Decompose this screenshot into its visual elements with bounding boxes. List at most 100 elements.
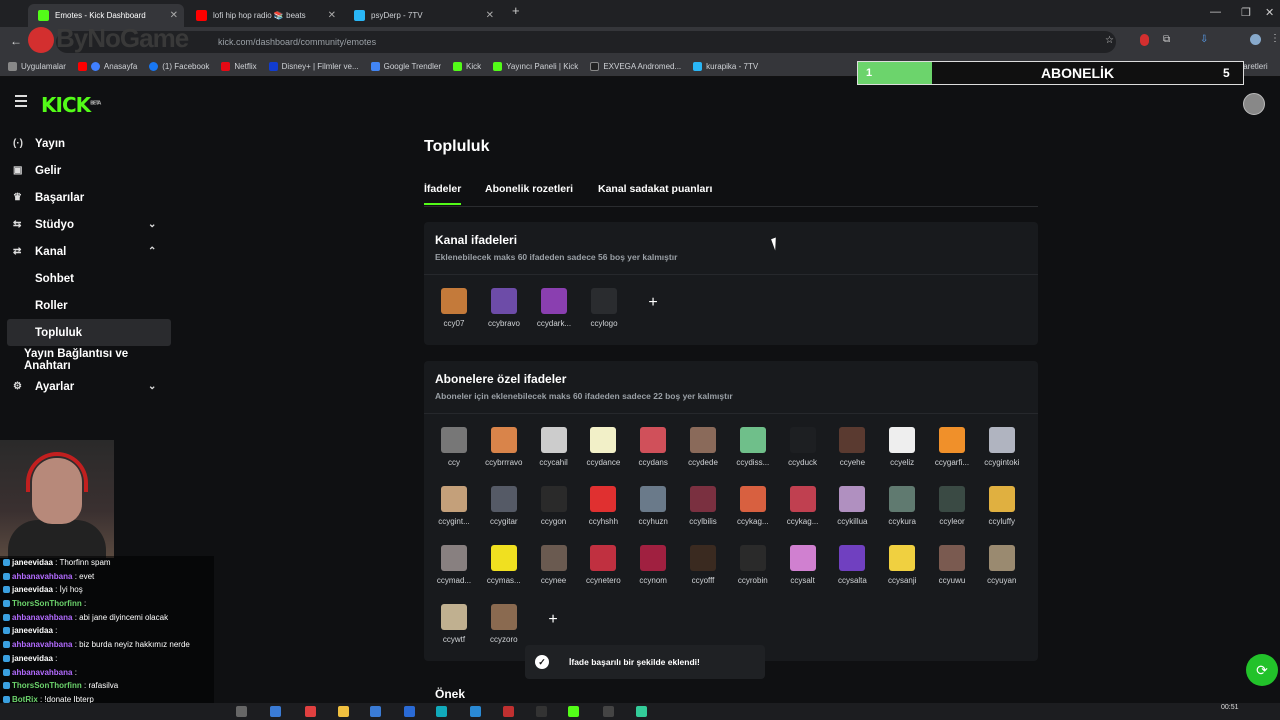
emote-item[interactable]: ccykag...: [778, 486, 828, 526]
emote-item[interactable]: ccyzoro: [479, 604, 529, 644]
emote-item[interactable]: ccylbilis: [678, 486, 728, 526]
bookmark-7tv[interactable]: kurapika - 7TV: [693, 62, 758, 71]
emote-item[interactable]: ccyeliz: [877, 427, 927, 467]
minimize-icon[interactable]: —: [1210, 6, 1221, 18]
menu-icon[interactable]: ⋮: [1270, 33, 1280, 44]
maximize-icon[interactable]: ❐: [1241, 6, 1251, 19]
add-emote-button[interactable]: +: [538, 605, 568, 635]
emote-item[interactable]: ccydans: [628, 427, 678, 467]
emote-item[interactable]: ccygint...: [429, 486, 479, 526]
emote-item[interactable]: ccybravo: [479, 288, 529, 328]
emote-item[interactable]: ccynetero: [578, 545, 628, 585]
emote-item[interactable]: ccydark...: [529, 288, 579, 328]
chevron-up-icon[interactable]: ⌃: [148, 246, 156, 257]
bookmark-apps[interactable]: Uygulamalar: [8, 62, 66, 71]
profile-icon[interactable]: [1250, 34, 1261, 45]
kick-logo[interactable]: KICKBETA: [41, 93, 101, 117]
bookmark-netflix[interactable]: Netflix: [221, 62, 257, 71]
sidebar-item-stream-key[interactable]: Yayın Bağlantısı ve Anahtarı: [0, 346, 170, 373]
close-icon[interactable]: ✕: [486, 10, 494, 21]
taskbar-icon[interactable]: [404, 706, 415, 717]
emote-item[interactable]: ccykura: [877, 486, 927, 526]
taskbar-icon[interactable]: [470, 706, 481, 717]
sidebar-item-yayin[interactable]: (·) Yayın: [0, 130, 170, 157]
hamburger-menu-icon[interactable]: [15, 95, 27, 110]
taskbar-icon[interactable]: [536, 706, 547, 717]
taskbar-icon[interactable]: [236, 706, 247, 717]
emote-item[interactable]: ccyuyan: [977, 545, 1027, 585]
emote-item[interactable]: ccyrobin: [728, 545, 778, 585]
emote-item[interactable]: ccykag...: [728, 486, 778, 526]
taskbar-icon[interactable]: [436, 706, 447, 717]
emote-item[interactable]: ccygon: [529, 486, 579, 526]
taskbar-icon[interactable]: [305, 706, 316, 717]
emote-item[interactable]: ccyuwu: [927, 545, 977, 585]
browser-tab-7tv[interactable]: psyDerp - 7TV ✕: [344, 4, 500, 27]
emote-item[interactable]: ccysalt: [778, 545, 828, 585]
window-close-icon[interactable]: ✕: [1265, 6, 1274, 19]
taskbar-icon[interactable]: [603, 706, 614, 717]
emote-item[interactable]: ccybrrravo: [479, 427, 529, 467]
chat-fab-button[interactable]: ⟳: [1246, 654, 1278, 686]
sidebar-item-kanal[interactable]: ⇄ Kanal ⌃: [0, 238, 170, 265]
sidebar-item-topluluk[interactable]: Topluluk: [7, 319, 171, 346]
tab-emotes[interactable]: İfadeler: [424, 183, 462, 205]
emote-item[interactable]: ccydance: [578, 427, 628, 467]
bookmark-home[interactable]: Anasayfa: [77, 62, 137, 71]
emote-item[interactable]: ccygarfi...: [927, 427, 977, 467]
taskbar-icon[interactable]: [503, 706, 514, 717]
emote-item[interactable]: ccyluffy: [977, 486, 1027, 526]
download-icon[interactable]: ⇩: [1200, 34, 1208, 45]
bookmark-google-trends[interactable]: Google Trendler: [370, 62, 441, 71]
emote-item[interactable]: ccyduck: [778, 427, 828, 467]
taskbar-icon[interactable]: [270, 706, 281, 717]
emote-item[interactable]: ccynee: [529, 545, 579, 585]
emote-item[interactable]: ccygitar: [479, 486, 529, 526]
bookmark-kick-panel[interactable]: Yayıncı Paneli | Kick: [493, 62, 578, 71]
sidebar-item-basarilar[interactable]: ♛ Başarılar: [0, 184, 170, 211]
tab-sub-badges[interactable]: Abonelik rozetleri: [485, 183, 573, 195]
bookmark-exvega[interactable]: EXVEGA Andromed...: [590, 62, 681, 71]
sidebar-item-roller[interactable]: Roller: [0, 292, 170, 319]
emote-item[interactable]: ccyhuzn: [628, 486, 678, 526]
emote-item[interactable]: ccydede: [678, 427, 728, 467]
emote-item[interactable]: ccysalta: [827, 545, 877, 585]
emote-item[interactable]: ccywtf: [429, 604, 479, 644]
avatar[interactable]: [1243, 93, 1265, 115]
close-icon[interactable]: ✕: [170, 10, 178, 21]
bookmark-facebook[interactable]: (1) Facebook: [149, 62, 209, 71]
tab-loyalty-points[interactable]: Kanal sadakat puanları: [598, 183, 712, 195]
taskbar-icon[interactable]: [636, 706, 647, 717]
browser-tab-lofi[interactable]: lofi hip hop radio 📚 beats ✕: [186, 4, 342, 27]
emote-item[interactable]: ccygintoki: [977, 427, 1027, 467]
back-icon[interactable]: ←: [10, 34, 22, 48]
emote-item[interactable]: ccykillua: [827, 486, 877, 526]
bookmark-kick[interactable]: Kick: [453, 62, 481, 71]
chevron-down-icon[interactable]: ⌄: [148, 381, 156, 392]
emote-item[interactable]: ccycahil: [529, 427, 579, 467]
close-icon[interactable]: ✕: [328, 10, 336, 21]
extension-icon[interactable]: [1140, 34, 1149, 46]
emote-item[interactable]: ccydiss...: [728, 427, 778, 467]
taskbar-icon[interactable]: [370, 706, 381, 717]
taskbar-icon[interactable]: [568, 706, 579, 717]
emote-item[interactable]: ccyhshh: [578, 486, 628, 526]
sidebar-item-ayarlar[interactable]: ⚙ Ayarlar ⌄: [0, 373, 170, 400]
emote-item[interactable]: ccymas...: [479, 545, 529, 585]
taskbar-icon[interactable]: [338, 706, 349, 717]
emote-item[interactable]: ccylogo: [579, 288, 629, 328]
sidebar-item-sohbet[interactable]: Sohbet: [0, 265, 170, 292]
url-field[interactable]: kick.com/dashboard/community/emotes: [56, 31, 1116, 53]
sidebar-item-studyo[interactable]: ⇆ Stüdyo ⌄: [0, 211, 170, 238]
new-tab-icon[interactable]: +: [512, 3, 520, 18]
add-emote-button[interactable]: +: [638, 288, 668, 318]
star-icon[interactable]: ☆: [1105, 35, 1114, 46]
emote-item[interactable]: ccy07: [429, 288, 479, 328]
puzzle-icon[interactable]: ⧉: [1163, 34, 1170, 45]
emote-item[interactable]: ccymad...: [429, 545, 479, 585]
emote-item[interactable]: ccyleor: [927, 486, 977, 526]
sidebar-item-gelir[interactable]: ▣ Gelir: [0, 157, 170, 184]
emote-item[interactable]: ccyehe: [827, 427, 877, 467]
emote-item[interactable]: ccy: [429, 427, 479, 467]
emote-item[interactable]: ccysanji: [877, 545, 927, 585]
